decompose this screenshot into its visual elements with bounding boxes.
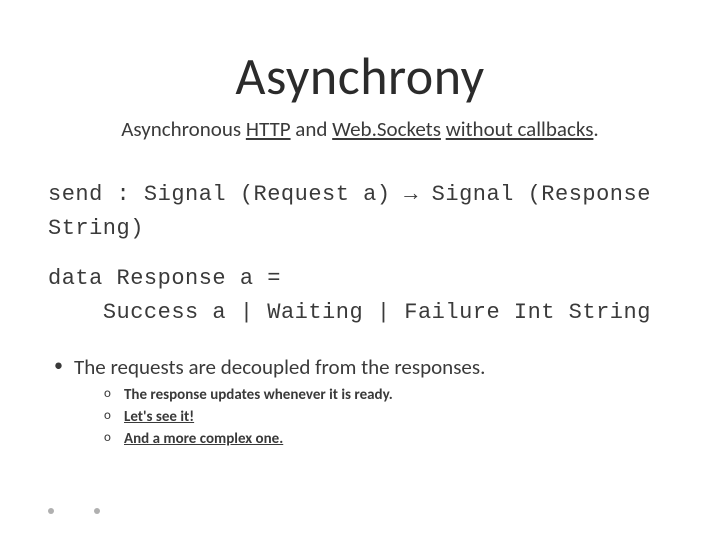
footer-dot-icon [94, 508, 100, 514]
slide: Asynchrony Asynchronous HTTP and Web.Soc… [0, 0, 720, 540]
sub-bullet-3-link[interactable]: And a more complex one. [124, 430, 283, 448]
sub-bullet-2-link[interactable]: Let's see it! [124, 408, 194, 426]
bullet-list: The requests are decoupled from the resp… [52, 354, 672, 448]
sub-bullet-1-text: The response updates whenever it is read… [124, 386, 393, 404]
subtitle-link-http[interactable]: HTTP [246, 116, 291, 142]
slide-title: Asynchrony [48, 44, 672, 108]
sub-bullet-list: The response updates whenever it is read… [102, 386, 672, 448]
code-line-send: send : Signal (Request a) → Signal (Resp… [48, 178, 672, 246]
sub-bullet-1: The response updates whenever it is read… [102, 386, 672, 404]
slide-subtitle: Asynchronous HTTP and Web.Sockets withou… [48, 116, 672, 142]
bullet-item-main: The requests are decoupled from the resp… [52, 354, 672, 448]
bullet-text: The requests are decoupled from the resp… [74, 354, 485, 380]
subtitle-text-4: . [593, 116, 598, 142]
footer-dots [48, 508, 100, 514]
code-block-response: data Response a = Success a | Waiting | … [48, 262, 672, 330]
subtitle-text-2: and [291, 116, 333, 142]
code-arrow: → [404, 182, 418, 207]
subtitle-link-websockets[interactable]: Web.Sockets [332, 116, 441, 142]
sub-bullet-2: Let's see it! [102, 408, 672, 426]
sub-bullet-3: And a more complex one. [102, 430, 672, 448]
footer-dot-icon [48, 508, 54, 514]
subtitle-text-1: Asynchronous [121, 116, 246, 142]
subtitle-link-callbacks[interactable]: without callbacks [446, 116, 594, 142]
code-text-1a: send : Signal (Request a) [48, 182, 404, 207]
